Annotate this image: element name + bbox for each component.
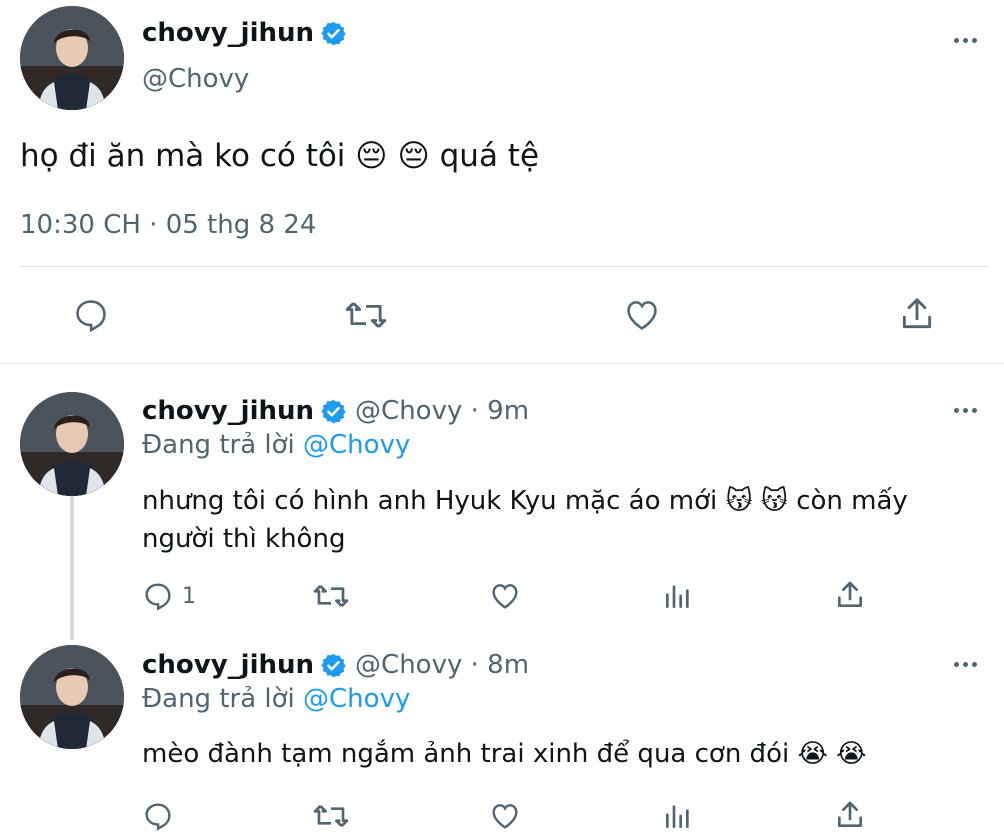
like-icon [492, 804, 518, 829]
avatar-photo-icon [20, 645, 124, 749]
like-icon [627, 301, 657, 330]
like-button[interactable] [622, 296, 662, 334]
views-icon [666, 585, 689, 608]
avatar-photo-icon [20, 6, 124, 110]
reply-icon [76, 300, 106, 333]
reply-display-name[interactable]: chovy_jihun @Chovy · 8m [142, 650, 529, 680]
more-icon[interactable] [947, 654, 983, 674]
thread-line [70, 496, 74, 640]
replying-to-link[interactable]: @Chovy [303, 430, 410, 460]
section-divider [0, 363, 1004, 364]
views-icon [666, 805, 689, 828]
share-button[interactable] [834, 578, 866, 612]
more-icon[interactable] [947, 30, 983, 50]
retweet-icon [345, 302, 387, 328]
verified-icon [321, 21, 346, 45]
retweet-button[interactable] [344, 296, 388, 334]
share-icon [838, 581, 862, 607]
replying-to-link[interactable]: @Chovy [303, 684, 410, 714]
replying-to: Đang trả lời @Chovy [142, 684, 411, 714]
more-icon[interactable] [947, 400, 983, 420]
avatar-photo-icon [20, 392, 124, 496]
retweet-icon [313, 805, 349, 827]
reply-button[interactable] [72, 296, 110, 334]
like-button[interactable] [488, 580, 522, 612]
retweet-button[interactable] [312, 580, 350, 612]
avatar[interactable] [20, 645, 124, 749]
reply-button[interactable]: 1 [142, 580, 196, 612]
retweet-icon [313, 585, 349, 607]
like-icon [492, 584, 518, 609]
reply-button[interactable] [142, 800, 182, 832]
reply-text: mèo đành tạm ngắm ảnh trai xinh để qua c… [142, 739, 867, 769]
share-icon [902, 298, 932, 329]
reply-text: nhưng tôi có hình anh Hyuk Kyu mặc áo mớ… [142, 486, 908, 554]
reply-count: 1 [182, 583, 196, 609]
replying-to: Đang trả lời @Chovy [142, 430, 411, 460]
verified-icon [321, 653, 346, 677]
handle[interactable]: @Chovy [142, 64, 249, 94]
retweet-button[interactable] [312, 800, 350, 832]
share-button[interactable] [834, 798, 866, 832]
reply-icon [145, 803, 171, 831]
avatar[interactable] [20, 392, 124, 496]
avatar[interactable] [20, 6, 124, 110]
share-icon [838, 801, 862, 827]
share-button[interactable] [898, 294, 936, 334]
verified-icon [321, 399, 346, 423]
display-name[interactable]: chovy_jihun [142, 18, 347, 48]
tweet-text: họ đi ăn mà ko có tôi 😔 😔 quá tệ [20, 138, 540, 174]
timestamp[interactable]: 10:30 CH · 05 thg 8 24 [20, 210, 316, 240]
reply-handle-time[interactable]: @Chovy · 9m [355, 396, 529, 426]
reply-handle-time[interactable]: @Chovy · 8m [355, 650, 529, 680]
like-button[interactable] [488, 800, 522, 832]
reply-icon [145, 583, 171, 611]
views-button[interactable] [662, 800, 694, 832]
reply-display-name[interactable]: chovy_jihun @Chovy · 9m [142, 396, 529, 426]
divider [20, 266, 988, 267]
views-button[interactable] [662, 580, 694, 612]
